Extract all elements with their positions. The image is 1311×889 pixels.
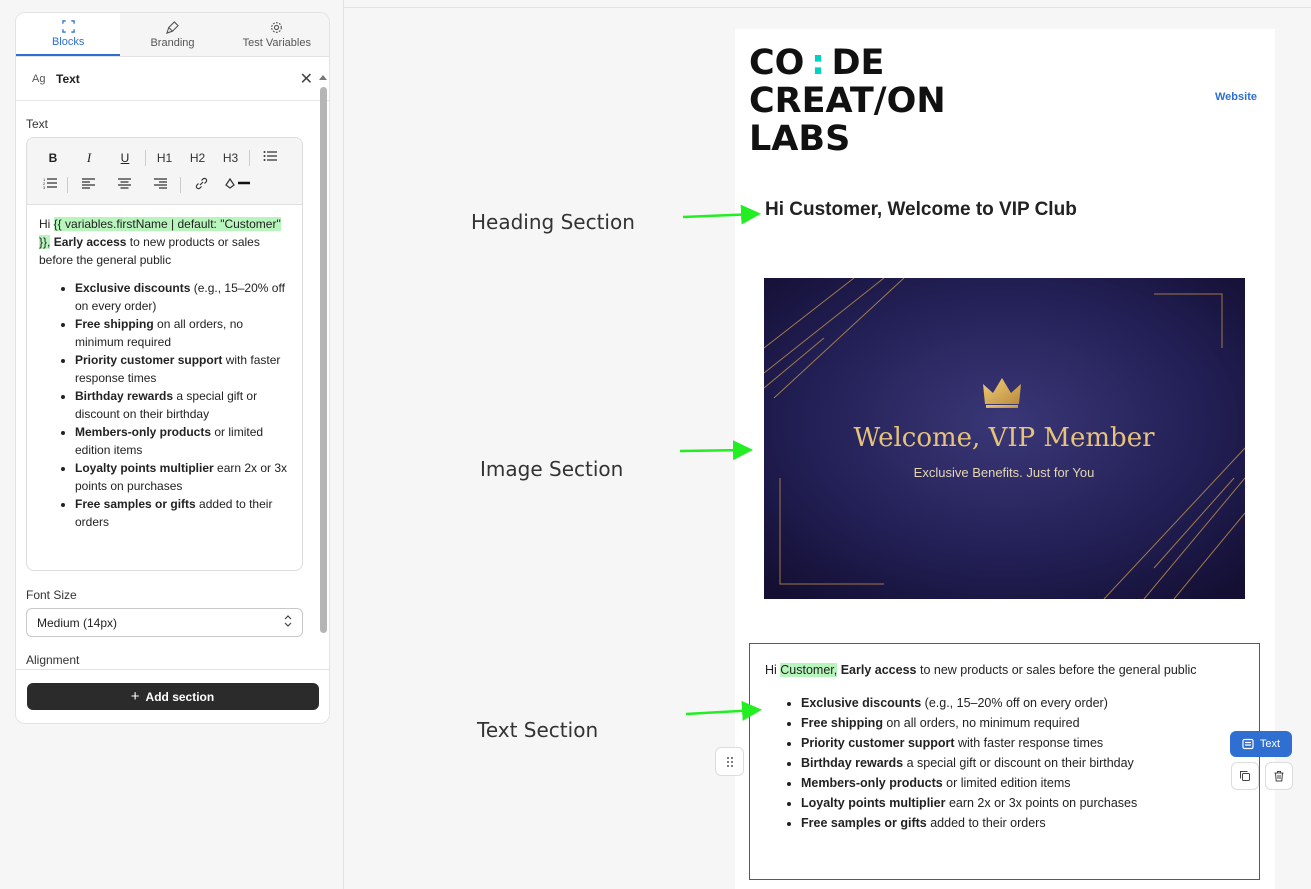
annotation-arrows [679, 204, 762, 721]
heading-arrow-icon [682, 204, 761, 225]
text-arrow-icon [685, 700, 762, 721]
image-arrow-icon [679, 440, 753, 461]
